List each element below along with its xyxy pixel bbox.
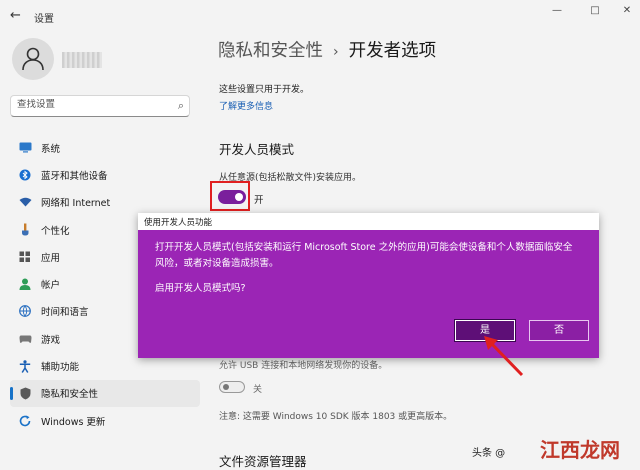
sidebar-item-label: 系统 — [41, 143, 61, 155]
sidebar-item-label: 隐私和安全性 — [41, 389, 99, 401]
person-icon — [22, 47, 44, 71]
red-arrow-annotation — [484, 336, 524, 377]
title-bar: ← 设置 — □ ✕ — [0, 0, 640, 32]
developer-features-dialog: 使用开发人员功能 打开开发人员模式(包括安装和运行 Microsoft Stor… — [138, 213, 599, 358]
sdk-note: 注意: 这需要 Windows 10 SDK 版本 1803 或更高版本。 — [219, 412, 453, 422]
search-box[interactable]: ⌕ — [10, 95, 190, 117]
learn-more-link[interactable]: 了解更多信息 — [219, 99, 273, 112]
user-name-blurred — [62, 52, 102, 68]
watermark: 头条 @ 江西龙网 — [472, 438, 640, 467]
toggle-state-label: 关 — [253, 385, 263, 395]
wifi-icon — [18, 195, 32, 209]
apps-icon — [18, 250, 32, 264]
breadcrumb: 隐私和安全性 › 开发者选项 — [218, 37, 436, 62]
dialog-message: 打开开发人员模式(包括安装和运行 Microsoft Store 之外的应用)可… — [155, 242, 573, 269]
sidebar-item-label: 辅助功能 — [41, 362, 80, 374]
device-discovery-toggle[interactable] — [219, 381, 245, 393]
section-title: 开发人员模式 — [219, 142, 295, 157]
breadcrumb-separator: › — [333, 44, 339, 60]
sidebar-item-system[interactable]: 系统 — [10, 134, 200, 161]
usb-discovery-description: 允许 USB 连接和本地网络发现你的设备。 — [219, 361, 388, 371]
no-button[interactable]: 否 — [529, 320, 589, 341]
breadcrumb-parent[interactable]: 隐私和安全性 — [218, 41, 323, 61]
sidebar-item-label: 应用 — [41, 252, 61, 264]
window-title: 设置 — [34, 14, 54, 25]
sidebar-item-windows-update[interactable]: Windows 更新 — [10, 407, 200, 434]
dialog-question: 启用开发人员模式吗? — [155, 283, 246, 294]
sidebar-item-privacy-security[interactable]: 隐私和安全性 — [10, 379, 200, 407]
gamepad-icon — [18, 332, 32, 346]
sidebar-item-label: Windows 更新 — [41, 416, 106, 428]
account-icon — [18, 277, 32, 291]
search-icon[interactable]: ⌕ — [178, 99, 184, 113]
back-arrow-icon[interactable]: ← — [10, 8, 21, 23]
developer-mode-toggle[interactable] — [218, 190, 246, 204]
accessibility-icon — [18, 359, 32, 373]
watermark-source: 头条 @ — [472, 448, 506, 459]
page-title: 开发者选项 — [348, 41, 437, 61]
sidebar-item-label: 个性化 — [41, 225, 70, 237]
monitor-icon — [18, 141, 32, 155]
dialog-title: 使用开发人员功能 — [144, 218, 213, 228]
dialog-title-bar: 使用开发人员功能 — [138, 213, 599, 230]
toggle-state-label: 开 — [254, 195, 264, 206]
minimize-button[interactable]: — — [546, 2, 568, 20]
sidebar-item-label: 时间和语言 — [41, 307, 89, 319]
sidebar-item-label: 网络和 Internet — [41, 198, 111, 210]
sidebar-item-network[interactable]: 网络和 Internet — [10, 189, 200, 216]
sidebar-item-bluetooth[interactable]: 蓝牙和其他设备 — [10, 161, 200, 188]
shield-icon — [18, 386, 32, 400]
search-input[interactable] — [17, 99, 167, 110]
sidebar-item-label: 帐户 — [41, 280, 61, 292]
maximize-button[interactable]: □ — [584, 2, 606, 20]
section-title: 文件资源管理器 — [219, 454, 307, 469]
bluetooth-icon — [18, 168, 32, 182]
avatar[interactable] — [12, 38, 54, 80]
sidebar-item-label: 游戏 — [41, 334, 61, 346]
sidebar-item-label: 蓝牙和其他设备 — [41, 170, 108, 182]
brush-icon — [18, 223, 32, 237]
globe-icon — [18, 304, 32, 318]
update-icon — [18, 414, 32, 428]
info-text: 这些设置只用于开发。 — [219, 85, 310, 95]
toggle-knob — [223, 384, 229, 390]
close-button[interactable]: ✕ — [616, 2, 638, 20]
watermark-logo: 江西龙网 — [540, 438, 620, 462]
toggle-knob — [235, 193, 243, 201]
